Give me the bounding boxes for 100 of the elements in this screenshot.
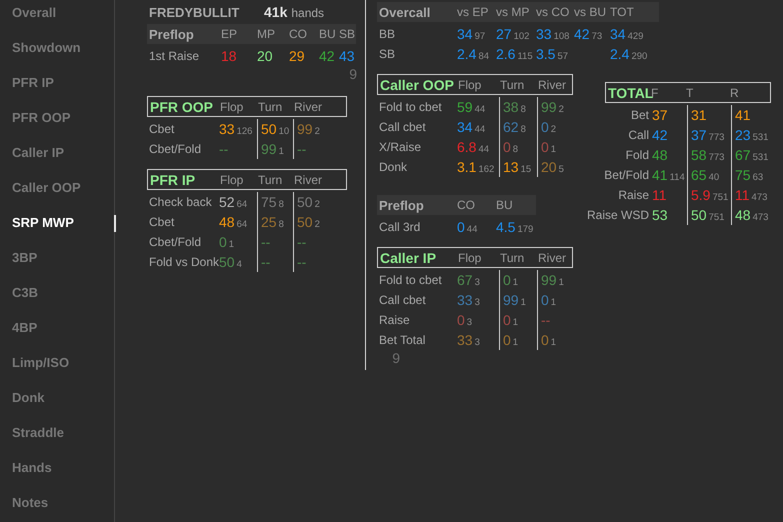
stat-value: 0 (503, 332, 511, 348)
stat-value: 42 (574, 26, 590, 42)
stat-value: 99 (541, 99, 557, 115)
stat-value: 34 (610, 26, 626, 42)
section-title: PFR IP (150, 172, 196, 188)
sidebar-item[interactable]: Showdown (12, 40, 81, 55)
sample-size: 531 (752, 132, 768, 142)
sample-size: 290 (631, 50, 648, 62)
stat-value: 42 (319, 48, 335, 64)
column-header: BU (496, 198, 514, 212)
sample-size: 8 (278, 198, 284, 210)
stat-value: 0 (457, 219, 465, 235)
stat-value: 99 (297, 121, 313, 137)
row-label: Raise (379, 312, 411, 329)
stat-value: 33 (457, 292, 473, 308)
sidebar-item[interactable]: PFR IP (12, 75, 54, 90)
column-header: MP (257, 27, 276, 41)
sidebar-item[interactable]: Hands (12, 460, 52, 475)
stat-value: 48 (652, 147, 668, 163)
stat-value: 2.4 (457, 46, 476, 62)
sample-size: 1 (558, 276, 564, 288)
column-header: Turn (500, 250, 526, 264)
stat-value: 65 (691, 167, 707, 183)
sidebar-item[interactable]: C3B (12, 285, 38, 300)
stat-value: 53 (652, 207, 668, 223)
column-header: Flop (220, 100, 244, 114)
sample-size: 1 (512, 316, 518, 328)
column-header: TOT (610, 5, 635, 19)
faint-digit: 9 (349, 66, 357, 84)
sidebar-item[interactable]: 3BP (12, 250, 38, 265)
stat-value: 48 (219, 214, 235, 230)
sample-size: 1 (512, 336, 518, 348)
sample-size: 44 (474, 104, 486, 114)
sidebar-item[interactable]: PFR OOP (12, 110, 71, 125)
sample-size: 1 (512, 276, 518, 288)
sample-size: 115 (517, 50, 533, 62)
column-header: SB (339, 27, 356, 41)
stat-value: 0 (219, 234, 227, 250)
column-header: Flop (458, 78, 482, 92)
row-label: Check back (149, 194, 213, 211)
sample-size: 5 (558, 164, 564, 174)
hands-label: hands (291, 6, 324, 20)
row-label: Bet Total (379, 332, 426, 349)
sample-size: 4 (236, 258, 242, 270)
sample-size: 773 (708, 152, 724, 162)
stat-value: 34 (457, 119, 473, 135)
stat-value: 3.5 (536, 46, 556, 62)
stat-value: 11 (735, 187, 750, 203)
sidebar-item[interactable]: 4BP (12, 320, 38, 335)
stat-value: 37 (691, 127, 707, 143)
sidebar-item[interactable]: Caller IP (12, 145, 64, 160)
sample-size: 57 (557, 50, 568, 62)
selection-indicator (114, 215, 116, 232)
sample-size: 1 (550, 296, 556, 308)
sidebar-item[interactable]: Overall (12, 5, 56, 20)
sample-size: 2 (314, 126, 320, 136)
stat-value: -- (541, 312, 550, 328)
row-label: BB (379, 26, 396, 43)
sample-size: 15 (520, 164, 532, 174)
stat-value: 99 (503, 292, 519, 308)
row-label: Call cbet (379, 292, 427, 309)
sample-size: 3 (474, 336, 480, 348)
sample-size: 40 (708, 172, 720, 182)
sidebar-item[interactable]: SRP MWP (12, 215, 74, 230)
sample-size: 10 (278, 126, 290, 136)
stat-value: 5.9 (691, 187, 710, 203)
sample-size: 751 (708, 212, 724, 222)
column-header: F (651, 86, 660, 100)
row-label: Cbet/Fold (149, 234, 202, 251)
sample-size: 3 (474, 276, 480, 288)
sample-size: 1 (228, 238, 234, 250)
stat-value: -- (261, 234, 270, 250)
sample-size: 114 (670, 172, 685, 182)
section-title: Caller OOP (380, 76, 455, 92)
row-label: Fold (624, 147, 650, 164)
sample-size: 2 (550, 124, 556, 134)
table-title: Preflop (379, 198, 425, 212)
sample-size: 108 (554, 30, 570, 42)
stat-value: 62 (503, 119, 519, 135)
stat-value: 34 (457, 26, 473, 42)
row-label: Bet/Fold (603, 167, 650, 184)
row-label: Fold vs Donk (149, 254, 219, 271)
sample-size: 8 (278, 218, 284, 230)
row-label: Fold to cbet (379, 272, 443, 289)
row-label: Call 3rd (379, 219, 422, 236)
stat-value: 0 (503, 312, 511, 328)
stat-value: 50 (297, 194, 313, 210)
sidebar-item[interactable]: Limp/ISO (12, 355, 70, 370)
sample-size: 1 (278, 146, 284, 156)
stat-value: 6.8 (457, 139, 476, 155)
row-label: Cbet/Fold (149, 141, 202, 158)
sidebar-item[interactable]: Notes (12, 495, 48, 510)
sidebar-item[interactable]: Donk (12, 390, 44, 405)
stat-value: 59 (457, 99, 473, 115)
sidebar-item[interactable]: Caller OOP (12, 180, 81, 195)
sidebar-item[interactable]: Straddle (12, 425, 64, 440)
stat-value: 20 (257, 48, 273, 64)
sample-size: 44 (478, 144, 490, 154)
sample-size: 2 (314, 218, 320, 230)
sample-size: 3 (474, 296, 480, 308)
